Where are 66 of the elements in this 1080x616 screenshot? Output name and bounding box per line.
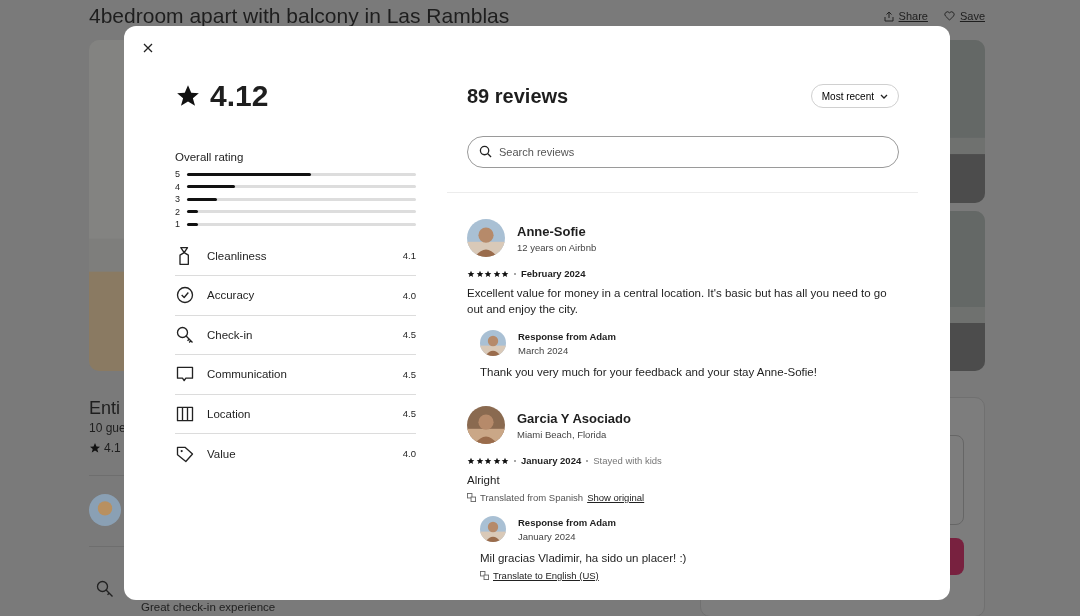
star-icon: [475, 269, 484, 278]
category-label: Communication: [207, 368, 288, 381]
category-label: Cleanliness: [207, 249, 268, 262]
category-score: 4.5: [402, 329, 416, 341]
chevron-down-icon: [880, 93, 888, 99]
category-score: 4.0: [402, 289, 416, 301]
translation-note: Translated from Spanish: [480, 492, 584, 503]
star-level: 2: [175, 206, 181, 217]
star-level: 4: [175, 181, 181, 192]
listing-title: 4bedroom apart with balcony in Las Ramblas: [89, 4, 510, 28]
review-text: Excellent value for money in a central location. It's basic but has all you need to go out and enjoy the city.: [467, 286, 888, 317]
reviewer-info: 12 years on Airbnb: [517, 241, 597, 253]
star-level: 3: [175, 194, 181, 205]
category-label: Value: [207, 447, 237, 460]
sort-dropdown[interactable]: Most recent: [810, 84, 899, 108]
avatar: [467, 406, 505, 444]
translate-icon: [467, 493, 476, 502]
star-level: 5: [175, 169, 181, 180]
avatar: [480, 330, 506, 356]
category-label: Accuracy: [207, 289, 256, 302]
action-link[interactable]: Share: [883, 10, 928, 22]
category-label: Check-in: [207, 328, 254, 341]
search-field[interactable]: Search reviews: [467, 136, 899, 168]
key-icon: [95, 579, 115, 599]
overall-score: 4.12: [210, 79, 269, 113]
share-icon: [883, 10, 894, 22]
action-link[interactable]: Save: [943, 10, 985, 22]
translate-icon: [480, 571, 489, 580]
reviewer-name: Anne-Sofie: [517, 223, 587, 239]
check-circle-icon: [175, 285, 195, 306]
response-date: January 2024: [518, 530, 577, 542]
response-text: Mil gracias Vladimir, ha sido un placer! :): [480, 551, 688, 566]
review-date: February 2024: [521, 268, 586, 279]
review-count: 89 reviews: [467, 84, 569, 108]
key-icon: [175, 324, 195, 345]
star-icon: [492, 269, 501, 278]
response-title: Response from Adam: [518, 516, 616, 528]
response-date: March 2024: [518, 344, 570, 356]
rating: 4.1: [104, 441, 121, 455]
star-level: 1: [175, 219, 181, 230]
review-date: January 2024: [521, 455, 582, 466]
section-label: Overall rating: [175, 151, 245, 163]
star-icon: [492, 456, 501, 465]
avatar: [480, 516, 506, 542]
response-text: Thank you very much for your feedback and your stay Anne-Sofie!: [480, 365, 818, 380]
review-text: Alright: [467, 473, 501, 488]
avatar: [467, 219, 505, 257]
translate-link[interactable]: Translate to English (US): [493, 570, 599, 581]
reviewer-name: Garcia Y Asociado: [517, 410, 631, 426]
category-score: 4.5: [402, 368, 416, 380]
category-score: 4.0: [402, 448, 416, 460]
heart-icon: [943, 11, 955, 21]
category-score: 4.1: [402, 250, 416, 262]
response-title: Response from Adam: [518, 330, 616, 342]
star-icon: [475, 456, 484, 465]
highlight-text: Great check-in experience: [141, 601, 276, 614]
category-score: 4.5: [402, 408, 416, 420]
close-icon: [143, 43, 153, 53]
reviewer-info: Miami Beach, Florida: [517, 428, 608, 440]
stay-info: Stayed with kids: [593, 455, 662, 466]
avatar: [89, 494, 121, 526]
search-icon: [479, 145, 492, 158]
star-icon: [89, 442, 101, 454]
show-original-link[interactable]: Show original: [587, 492, 645, 503]
listing-heading: Enti: [89, 397, 121, 419]
category-label: Location: [207, 407, 252, 420]
